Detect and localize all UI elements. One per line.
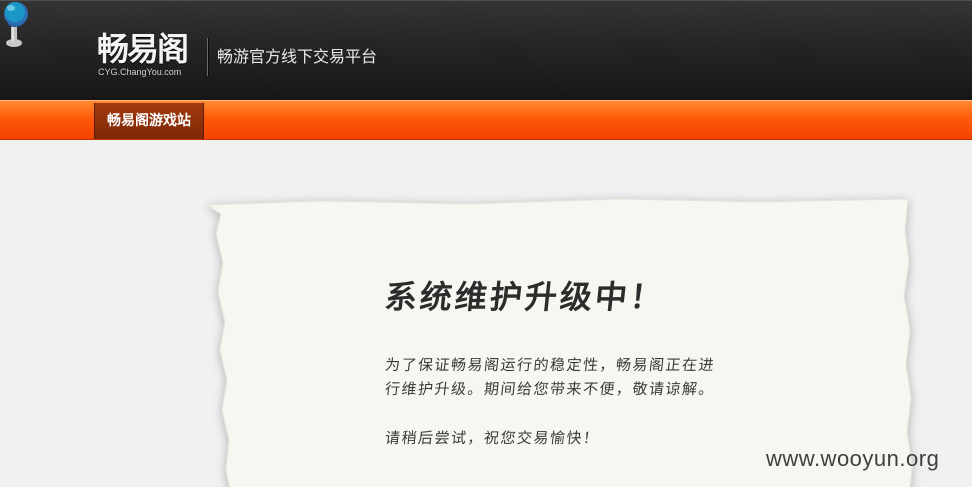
nav-item-game-station[interactable]: 畅易阁游戏站	[94, 103, 204, 139]
header-divider	[207, 38, 208, 76]
notice-title: 系统维护升级中！	[383, 278, 668, 316]
main-nav: 畅易阁游戏站	[0, 100, 972, 140]
site-header: 畅易阁 CYG.ChangYou.com 畅游官方线下交易平台	[0, 0, 972, 100]
notice-text-line-3: 请稍后尝试，祝您交易愉快！	[384, 429, 601, 447]
logo[interactable]: 畅易阁 CYG.ChangYou.com	[96, 31, 196, 81]
notice-text-line-2: 行维护升级。期间给您带来不便，敬请谅解。	[384, 380, 717, 398]
logo-domain: CYG.ChangYou.com	[98, 67, 182, 77]
logo-text: 畅易阁	[97, 30, 189, 68]
watermark: www.wooyun.org	[766, 446, 940, 471]
notice-text-line-1: 为了保证畅易阁运行的稳定性，畅易阁正在进	[384, 356, 717, 374]
site-tagline: 畅游官方线下交易平台	[217, 47, 378, 66]
